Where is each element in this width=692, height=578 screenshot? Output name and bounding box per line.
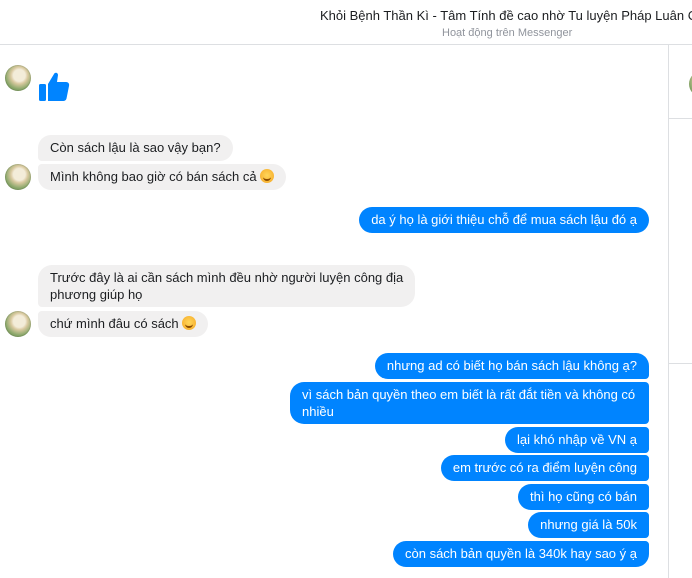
message-bubble[interactable]: Mình không bao giờ có bán sách cả — [38, 164, 286, 190]
message-text: nhưng giá là 50k — [540, 517, 637, 532]
message-text-line: phương giúp họ — [50, 287, 143, 302]
message-list[interactable]: Còn sách lậu là sao vậy bạn? Mình không … — [0, 45, 668, 578]
message-text: chứ mình đâu có sách — [50, 316, 179, 331]
message-bubble[interactable]: thì họ cũng có bán — [518, 484, 649, 510]
message-text: lại khó nhập về VN ạ — [517, 432, 637, 447]
conversation-title[interactable]: Khỏi Bệnh Thần Kì - Tâm Tính đề cao nhờ … — [320, 8, 692, 23]
message-bubble[interactable]: Còn sách lậu là sao vậy bạn? — [38, 135, 233, 161]
message-text: Còn sách lậu là sao vậy bạn? — [50, 140, 221, 155]
message-text: em trước có ra điểm luyện công — [452, 460, 637, 475]
message-text-line: Trước đây là ai cần sách mình đều nhờ ng… — [50, 270, 404, 285]
smiling-emoji-icon — [259, 169, 274, 183]
avatar[interactable] — [5, 65, 31, 91]
message-text: còn sách bản quyền là 340k hay sao ý ạ — [405, 546, 637, 561]
message-bubble[interactable]: Trước đây là ai cần sách mình đều nhờ ng… — [38, 265, 416, 307]
message-text: nhưng ad có biết họ bán sách lậu không ạ… — [386, 358, 637, 373]
message-bubble[interactable]: vì sách bản quyền theo em biết là rất đắ… — [290, 382, 649, 424]
avatar[interactable] — [5, 311, 31, 337]
thumbs-up-icon — [37, 70, 71, 104]
message-bubble[interactable]: em trước có ra điểm luyện công — [440, 455, 649, 481]
active-status: Hoạt động trên Messenger — [442, 27, 573, 39]
message-bubble[interactable]: nhưng giá là 50k — [528, 512, 649, 538]
message-text-line: vì sách bản quyền theo em biết là rất đắ… — [302, 387, 636, 402]
avatar[interactable] — [5, 164, 31, 190]
message-text: da ý họ là giới thiệu chỗ để mua sách lậ… — [371, 212, 637, 227]
message-bubble[interactable]: nhưng ad có biết họ bán sách lậu không ạ… — [374, 353, 649, 379]
message-bubble[interactable]: da ý họ là giới thiệu chỗ để mua sách lậ… — [359, 207, 649, 233]
smiling-emoji-icon — [181, 316, 196, 330]
conversation-header: Khỏi Bệnh Thần Kì - Tâm Tính đề cao nhờ … — [0, 0, 692, 45]
message-text: thì họ cũng có bán — [530, 489, 637, 504]
panel-divider — [669, 363, 692, 364]
conversation-info-panel — [669, 45, 692, 578]
message-text-line: nhiều — [302, 404, 334, 419]
message-bubble[interactable]: lại khó nhập về VN ạ — [505, 427, 649, 453]
panel-divider — [669, 118, 692, 119]
message-bubble[interactable]: còn sách bản quyền là 340k hay sao ý ạ — [393, 541, 649, 567]
message-text: Mình không bao giờ có bán sách cả — [50, 169, 257, 184]
message-bubble[interactable]: chứ mình đâu có sách — [38, 311, 208, 337]
